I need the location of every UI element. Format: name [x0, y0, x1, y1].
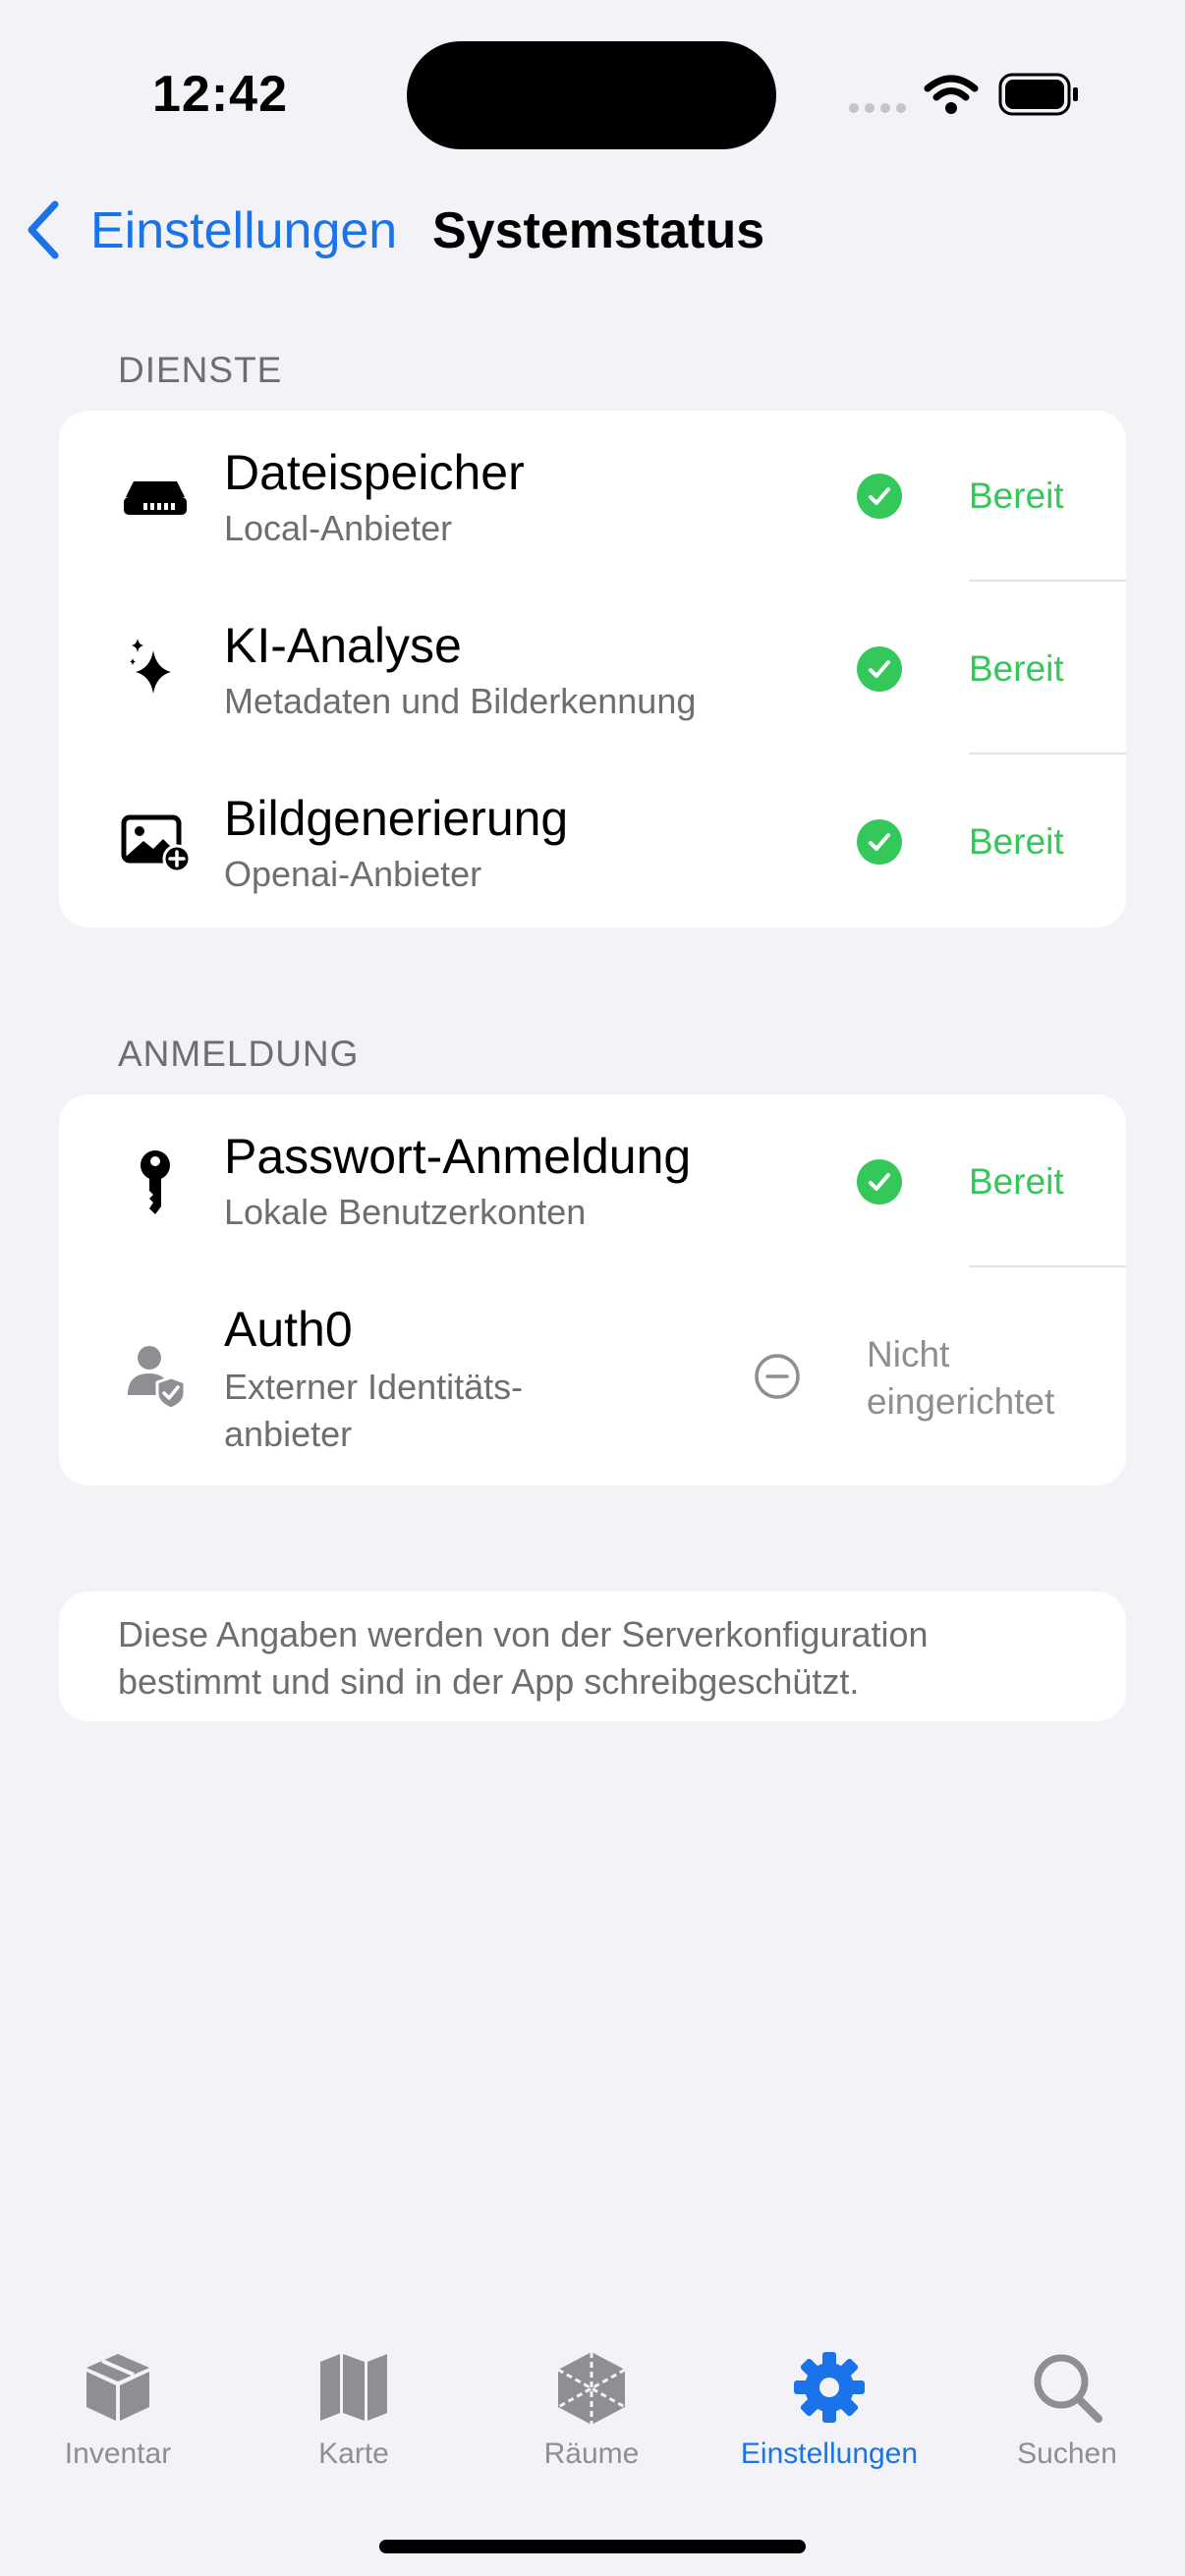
room-cube-icon [557, 2352, 626, 2425]
minus-circle-icon [755, 1354, 800, 1399]
status-label-line1: Nicht [867, 1334, 950, 1374]
checkmark-icon [857, 474, 902, 519]
row-title: Bildgenerierung [224, 791, 569, 846]
dynamic-island [407, 41, 776, 149]
status-label: Bereit [969, 648, 1064, 689]
tab-label: Karte [318, 2437, 389, 2470]
box-icon [86, 2354, 149, 2421]
status-label: Bereit [969, 821, 1064, 862]
row-title: KI-Analyse [224, 618, 462, 673]
row-subtitle: Local-Anbieter [224, 508, 453, 548]
tab-suchen[interactable]: Suchen [949, 2348, 1185, 2471]
tab-raeume[interactable]: Räume [474, 2348, 709, 2471]
search-icon [1034, 2354, 1102, 2423]
storage-drive-icon [124, 481, 187, 515]
service-row-ai-analysis[interactable] [59, 582, 1126, 755]
section-header-login: ANMELDUNG [118, 1034, 360, 1074]
row-subtitle: Openai-Anbieter [224, 854, 482, 894]
tab-label: Inventar [64, 2437, 172, 2470]
back-label: Einstellungen [90, 202, 398, 259]
row-title: Auth0 [224, 1302, 353, 1357]
row-title: Dateispeicher [224, 445, 525, 500]
tab-label: Einstellungen [740, 2437, 919, 2470]
status-label-line2: eingerichtet [867, 1381, 1055, 1422]
battery-icon [998, 73, 1078, 116]
row-subtitle: Lokale Benutzerkonten [224, 1192, 587, 1232]
section-header-services: DIENSTE [118, 350, 283, 390]
service-row-storage[interactable] [59, 411, 1126, 582]
row-subtitle-line1: Externer Identitäts- [224, 1367, 524, 1407]
tab-label: Suchen [1017, 2437, 1117, 2470]
tab-inventar[interactable]: Inventar [0, 2348, 236, 2471]
person-shield-icon [128, 1346, 187, 1411]
status-label: Bereit [969, 476, 1064, 516]
back-button[interactable]: Einstellungen [20, 193, 397, 271]
tab-karte[interactable]: Karte [236, 2348, 472, 2471]
tab-einstellungen[interactable]: Einstellungen [711, 2348, 947, 2471]
status-label: Bereit [969, 1161, 1064, 1202]
page-title: Systemstatus [432, 202, 765, 259]
info-note-line2: bestimmt und sind in der App schreibgesc… [118, 1661, 860, 1702]
service-row-image-generation[interactable] [59, 755, 1126, 927]
checkmark-icon [857, 819, 902, 865]
checkmark-icon [857, 1159, 902, 1204]
gear-icon [794, 2352, 865, 2423]
cellular-signal-icon [849, 103, 906, 113]
row-subtitle: Metadaten und Bilderkennung [224, 681, 697, 721]
chevron-left-icon [28, 200, 59, 259]
map-icon [320, 2354, 387, 2421]
tab-label: Räume [543, 2437, 640, 2470]
wifi-icon [924, 75, 979, 114]
login-row-auth0[interactable] [59, 1267, 1126, 1485]
row-title: Passwort-Anmeldung [224, 1129, 692, 1184]
row-subtitle-line2: anbieter [224, 1414, 353, 1454]
key-icon [141, 1150, 170, 1214]
photo-add-icon [121, 814, 192, 873]
home-indicator[interactable] [379, 2540, 806, 2553]
info-note-line1: Diese Angaben werden von der Serverkonfi… [118, 1614, 929, 1654]
sparkles-icon [130, 639, 171, 694]
checkmark-icon [857, 646, 902, 692]
status-time: 12:42 [152, 66, 288, 123]
info-note-text: Diese Angaben werden von der Serverkonfi… [118, 1611, 1061, 1706]
